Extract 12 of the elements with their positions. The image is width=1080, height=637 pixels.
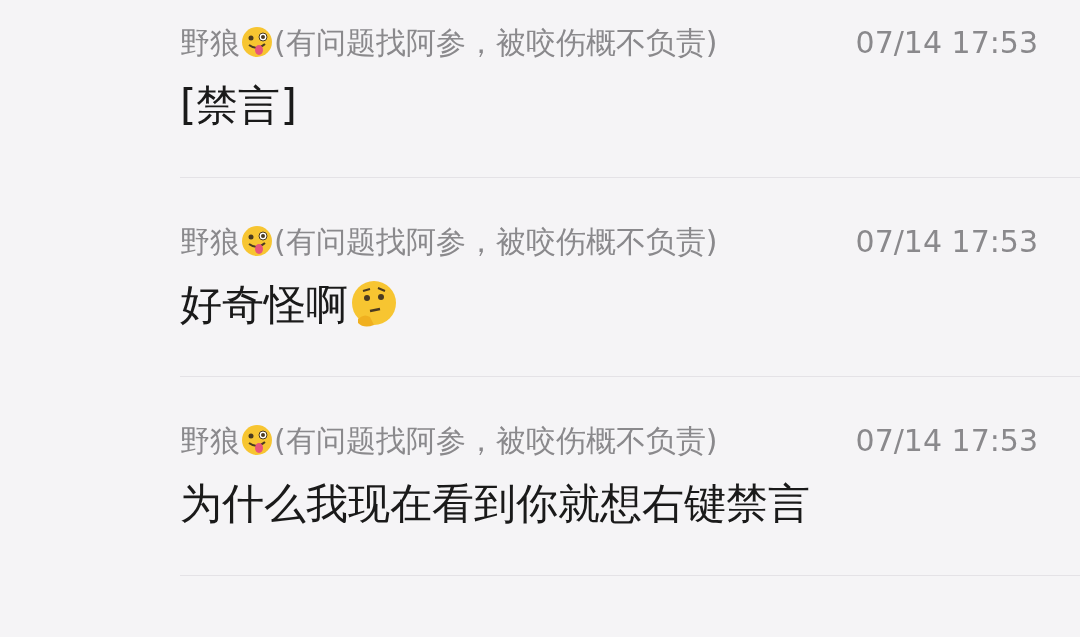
message-time: 07/14 17:53 bbox=[855, 421, 1038, 460]
sender-name: 野狼 bbox=[180, 222, 240, 261]
message-text: 为什么我现在看到你就想右键禁言 bbox=[180, 478, 810, 530]
sender-remark: (有问题找阿参，被咬伤概不负责) bbox=[274, 421, 718, 460]
sender-remark: (有问题找阿参，被咬伤概不负责) bbox=[274, 23, 718, 62]
sender-name: 野狼 bbox=[180, 23, 240, 62]
message-text: [禁言] bbox=[180, 80, 297, 132]
message-time: 07/14 17:53 bbox=[855, 23, 1038, 62]
sender-name: 野狼 bbox=[180, 421, 240, 460]
message-time: 07/14 17:53 bbox=[855, 222, 1038, 261]
message-text: 好奇怪啊 bbox=[180, 279, 348, 331]
sender-remark: (有问题找阿参，被咬伤概不负责) bbox=[274, 222, 718, 261]
